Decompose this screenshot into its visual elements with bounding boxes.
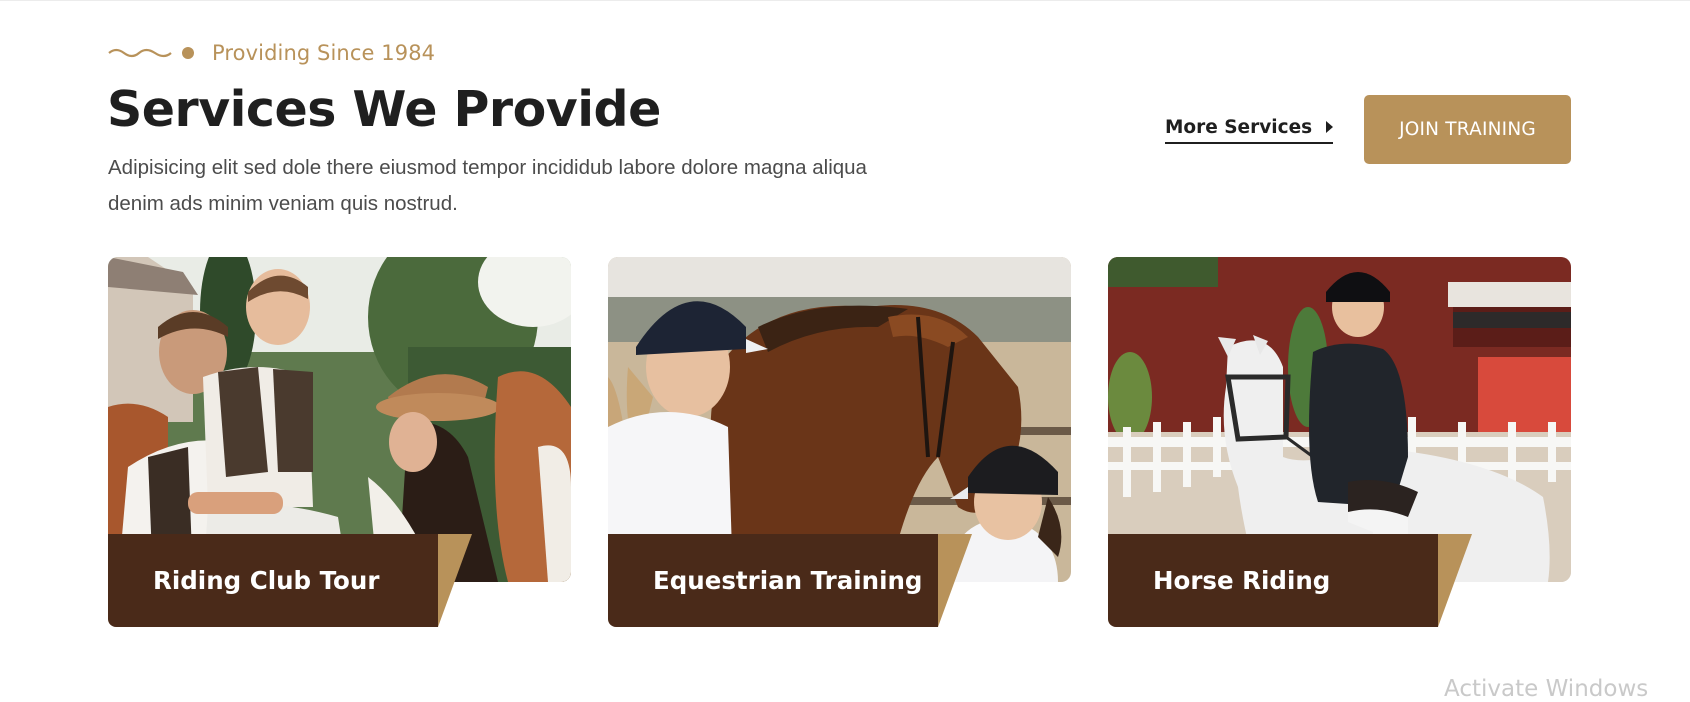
more-services-link[interactable]: More Services bbox=[1165, 112, 1334, 144]
section-tagline: Providing Since 1984 bbox=[212, 41, 436, 65]
service-card-riding-club-tour[interactable]: Riding Club Tour bbox=[108, 257, 571, 627]
top-divider bbox=[0, 0, 1690, 1]
join-training-button[interactable]: JOIN TRAINING bbox=[1364, 95, 1571, 164]
more-services-label: More Services bbox=[1165, 116, 1313, 138]
dot-icon bbox=[182, 47, 194, 59]
os-activation-watermark: Activate Windows bbox=[1444, 676, 1649, 702]
card-title: Riding Club Tour bbox=[153, 566, 380, 595]
wave-icon bbox=[108, 48, 172, 58]
card-title-box[interactable]: Riding Club Tour bbox=[108, 534, 438, 627]
section-eyebrow: Providing Since 1984 bbox=[108, 38, 435, 68]
card-title: Equestrian Training bbox=[653, 566, 923, 595]
section-title: Services We Provide bbox=[107, 81, 661, 138]
service-card-equestrian-training[interactable]: Equestrian Training bbox=[608, 257, 1071, 627]
section-description: Adipisicing elit sed dole there eiusmod … bbox=[108, 156, 867, 215]
card-title: Horse Riding bbox=[1153, 566, 1331, 595]
card-title-box[interactable]: Equestrian Training bbox=[608, 534, 938, 627]
caret-right-icon bbox=[1326, 121, 1334, 133]
service-card-horse-riding[interactable]: Horse Riding bbox=[1108, 257, 1571, 627]
card-title-box[interactable]: Horse Riding bbox=[1108, 534, 1438, 627]
